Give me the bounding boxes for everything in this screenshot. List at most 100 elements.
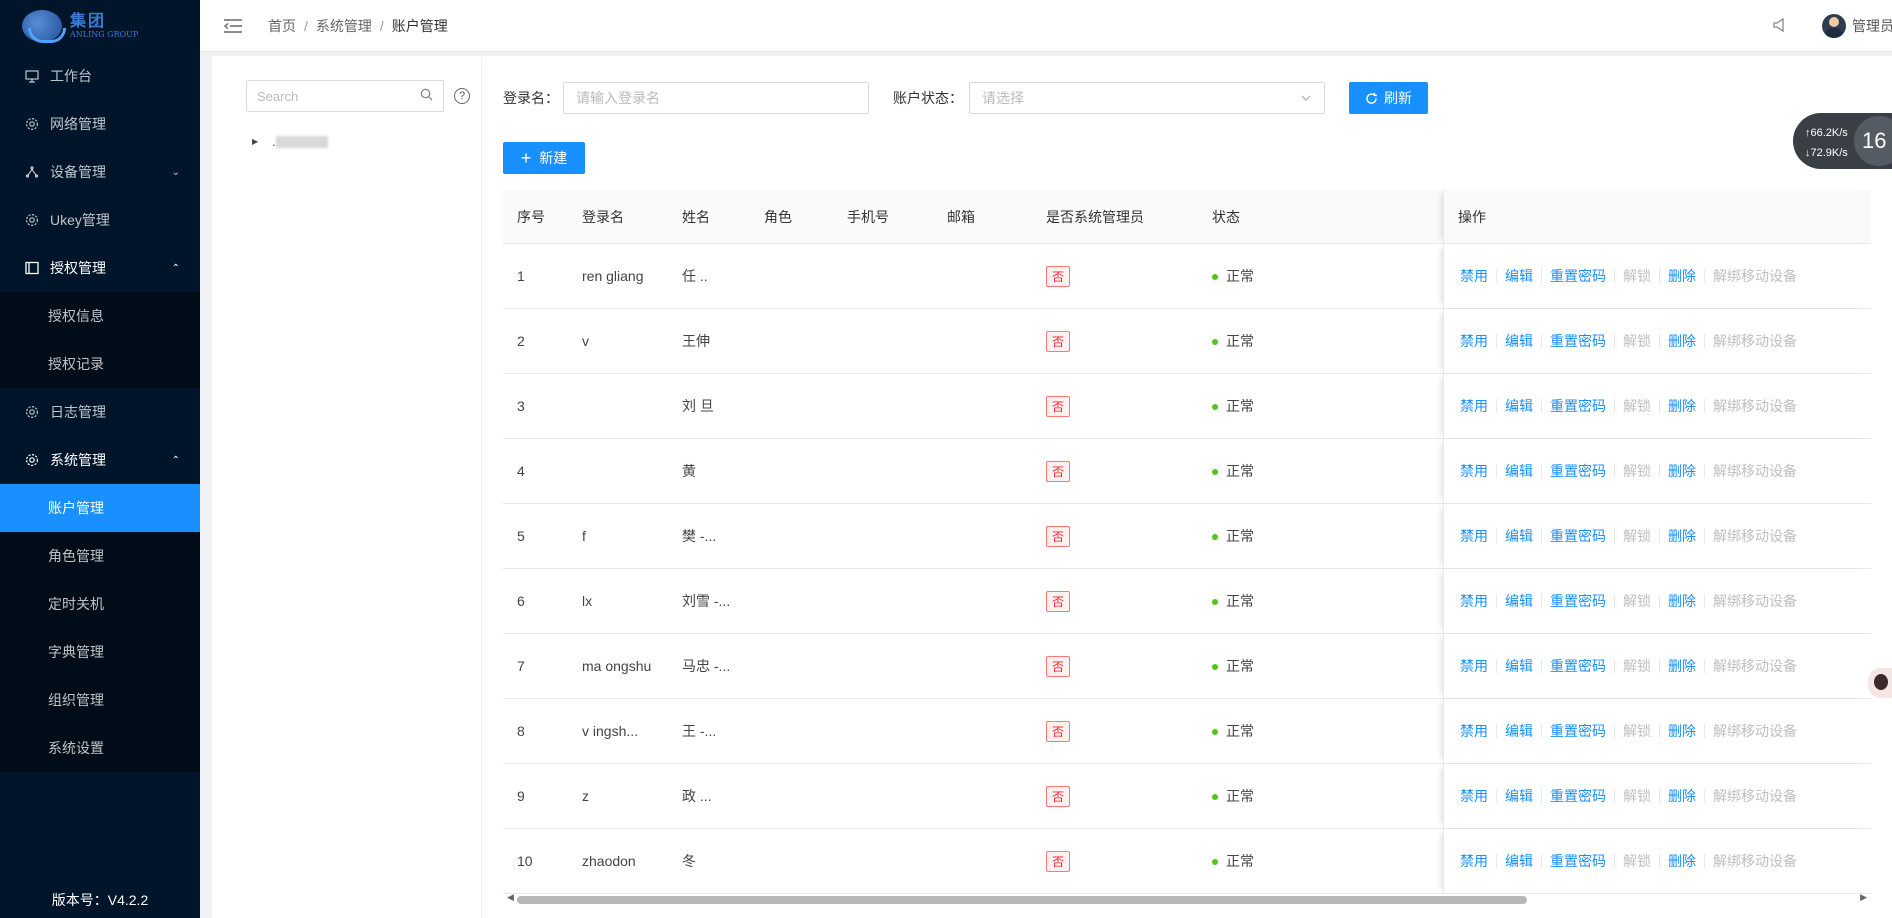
action-divider bbox=[1541, 464, 1542, 478]
action-link[interactable]: 编辑 bbox=[1505, 266, 1533, 286]
scrollbar-thumb[interactable] bbox=[517, 896, 1527, 904]
sidebar-item[interactable]: 授权管理 ⌃ bbox=[0, 244, 200, 292]
action-link[interactable]: 禁用 bbox=[1460, 721, 1488, 741]
logo-mark-icon bbox=[22, 10, 66, 43]
account-status-label: 账户状态： bbox=[893, 90, 963, 106]
new-button[interactable]: + 新建 bbox=[503, 142, 585, 174]
sidebar-item[interactable]: 日志管理 bbox=[0, 388, 200, 436]
usage-gauge: 16 bbox=[1851, 113, 1892, 169]
action-link[interactable]: 重置密码 bbox=[1550, 786, 1606, 806]
action-link[interactable]: 重置密码 bbox=[1550, 656, 1606, 676]
action-link[interactable]: 禁用 bbox=[1460, 851, 1488, 871]
action-link[interactable]: 删除 bbox=[1668, 526, 1696, 546]
action-link[interactable]: 编辑 bbox=[1505, 786, 1533, 806]
action-link[interactable]: 删除 bbox=[1668, 266, 1696, 286]
action-link[interactable]: 编辑 bbox=[1505, 591, 1533, 611]
admin-badge: 否 bbox=[1046, 590, 1071, 612]
action-link[interactable]: 编辑 bbox=[1505, 656, 1533, 676]
action-link[interactable]: 禁用 bbox=[1460, 786, 1488, 806]
tree-node[interactable]: ▶ . bbox=[252, 134, 328, 149]
assistant-avatar[interactable] bbox=[1868, 668, 1892, 698]
action-link[interactable]: 编辑 bbox=[1505, 851, 1533, 871]
action-link[interactable]: 编辑 bbox=[1505, 396, 1533, 416]
action-link[interactable]: 删除 bbox=[1668, 851, 1696, 871]
action-link[interactable]: 禁用 bbox=[1460, 591, 1488, 611]
action-link[interactable]: 重置密码 bbox=[1550, 721, 1606, 741]
caret-right-icon[interactable]: ▶ bbox=[252, 137, 258, 146]
submenu-item[interactable]: 账户管理 bbox=[0, 484, 200, 532]
operations-cell: 禁用 编辑 重置密码 解锁 删除 解绑移动设备 bbox=[1443, 439, 1871, 503]
breadcrumb-current: 账户管理 bbox=[391, 17, 448, 34]
action-link[interactable]: 编辑 bbox=[1505, 721, 1533, 741]
action-link[interactable]: 编辑 bbox=[1505, 526, 1533, 546]
action-link[interactable]: 删除 bbox=[1668, 396, 1696, 416]
submenu-item[interactable]: 角色管理 bbox=[0, 532, 200, 580]
action-divider bbox=[1496, 724, 1497, 738]
action-link[interactable]: 删除 bbox=[1668, 656, 1696, 676]
logo[interactable]: 集团 ANLING GROUP bbox=[0, 0, 200, 52]
action-link[interactable]: 禁用 bbox=[1460, 396, 1488, 416]
status-dot-icon bbox=[1212, 729, 1218, 736]
action-link[interactable]: 编辑 bbox=[1505, 331, 1533, 351]
submenu-item[interactable]: 授权记录 bbox=[0, 340, 200, 388]
notification-icon[interactable] bbox=[1772, 17, 1788, 36]
row-number: 3 bbox=[517, 398, 525, 414]
chevron-down-icon: ⌄ bbox=[171, 166, 180, 178]
horizontal-scrollbar[interactable]: ◀ ▶ bbox=[503, 892, 1871, 906]
submenu-item[interactable]: 定时关机 bbox=[0, 580, 200, 628]
action-link[interactable]: 禁用 bbox=[1460, 331, 1488, 351]
action-link[interactable]: 删除 bbox=[1668, 786, 1696, 806]
search-icon[interactable] bbox=[420, 88, 433, 104]
scroll-right-icon[interactable]: ▶ bbox=[1860, 892, 1867, 903]
action-link[interactable]: 重置密码 bbox=[1550, 266, 1606, 286]
action-link[interactable]: 删除 bbox=[1668, 591, 1696, 611]
content-area: Search ? ▶ . 登录名： 请输入登录名 账户状态： 请选择 刷新 + … bbox=[212, 56, 1892, 918]
sidebar-item[interactable]: 工作台 bbox=[0, 52, 200, 100]
login-name-cell: ma ongshu bbox=[582, 658, 652, 674]
action-link[interactable]: 重置密码 bbox=[1550, 396, 1606, 416]
refresh-button[interactable]: 刷新 bbox=[1349, 82, 1428, 114]
action-link[interactable]: 删除 bbox=[1668, 461, 1696, 481]
action-link[interactable]: 重置密码 bbox=[1550, 851, 1606, 871]
column-header: 登录名 bbox=[582, 208, 624, 225]
submenu-item[interactable]: 字典管理 bbox=[0, 628, 200, 676]
user-name[interactable]: 管理员 bbox=[1852, 16, 1892, 36]
chevron-down-icon bbox=[1300, 91, 1312, 107]
action-link[interactable]: 禁用 bbox=[1460, 656, 1488, 676]
action-link[interactable]: 重置密码 bbox=[1550, 461, 1606, 481]
breadcrumb-home[interactable]: 首页 bbox=[268, 16, 296, 36]
user-avatar[interactable] bbox=[1822, 14, 1846, 38]
row-number: 2 bbox=[517, 333, 525, 349]
full-name-cell: 刘雪 -... bbox=[682, 593, 731, 609]
action-divider bbox=[1659, 724, 1660, 738]
sidebar-item[interactable]: 设备管理 ⌄ bbox=[0, 148, 200, 196]
breadcrumb-system[interactable]: 系统管理 bbox=[316, 16, 372, 36]
menu-fold-icon[interactable] bbox=[224, 18, 244, 34]
submenu-item[interactable]: 系统设置 bbox=[0, 724, 200, 772]
action-link[interactable]: 重置密码 bbox=[1550, 331, 1606, 351]
action-link[interactable]: 重置密码 bbox=[1550, 526, 1606, 546]
row-actions: 禁用 编辑 重置密码 解锁 删除 解绑移动设备 bbox=[1460, 699, 1797, 763]
network-speed-widget[interactable]: ↑66.2K/s ↓72.9K/s 16 bbox=[1793, 113, 1892, 169]
action-link[interactable]: 禁用 bbox=[1460, 526, 1488, 546]
admin-badge: 否 bbox=[1046, 850, 1071, 872]
login-name-cell: lx bbox=[582, 593, 593, 609]
action-divider bbox=[1704, 789, 1705, 803]
action-link[interactable]: 编辑 bbox=[1505, 461, 1533, 481]
action-divider bbox=[1704, 854, 1705, 868]
action-link[interactable]: 删除 bbox=[1668, 331, 1696, 351]
sidebar-item[interactable]: 系统管理 ⌃ bbox=[0, 436, 200, 484]
action-link[interactable]: 禁用 bbox=[1460, 461, 1488, 481]
scroll-left-icon[interactable]: ◀ bbox=[507, 892, 514, 903]
submenu-item[interactable]: 组织管理 bbox=[0, 676, 200, 724]
submenu-item[interactable]: 授权信息 bbox=[0, 292, 200, 340]
tree-search-input[interactable]: Search bbox=[246, 80, 444, 112]
action-link[interactable]: 重置密码 bbox=[1550, 591, 1606, 611]
sidebar-item[interactable]: 网络管理 bbox=[0, 100, 200, 148]
action-link[interactable]: 禁用 bbox=[1460, 266, 1488, 286]
account-status-select[interactable]: 请选择 bbox=[969, 82, 1325, 114]
login-name-input[interactable]: 请输入登录名 bbox=[563, 82, 869, 114]
action-link[interactable]: 删除 bbox=[1668, 721, 1696, 741]
sidebar-item[interactable]: Ukey管理 bbox=[0, 196, 200, 244]
help-icon[interactable]: ? bbox=[454, 88, 470, 104]
